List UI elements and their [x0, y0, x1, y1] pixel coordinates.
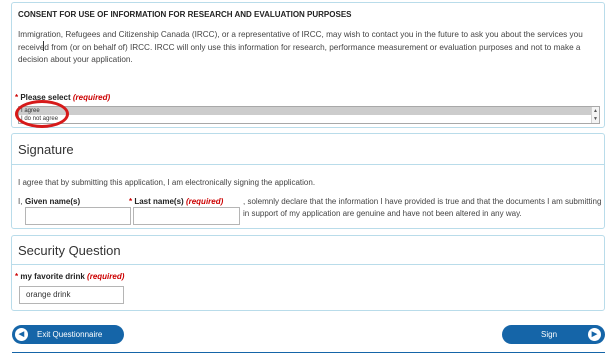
consent-panel: CONSENT FOR USE OF INFORMATION FOR RESEA…: [11, 2, 605, 128]
divider: [12, 164, 604, 165]
required-tag: (required): [185, 197, 224, 206]
given-name-input[interactable]: [25, 207, 131, 225]
security-panel: Security Question * my favorite drink (r…: [11, 235, 605, 311]
security-question-text: my favorite drink: [20, 272, 85, 281]
divider: [12, 264, 604, 265]
i-text: I,: [18, 197, 23, 206]
chevron-right-icon: ▶: [588, 328, 601, 341]
exit-button-label: Exit Questionnaire: [37, 330, 103, 339]
scroll-up-icon[interactable]: ▲: [592, 107, 599, 115]
last-name-input[interactable]: [133, 207, 240, 225]
consent-title: CONSENT FOR USE OF INFORMATION FOR RESEA…: [18, 10, 352, 19]
given-name-label: Given name(s): [25, 197, 81, 206]
sign-button[interactable]: Sign ▶: [502, 325, 605, 344]
signature-panel: Signature I agree that by submitting thi…: [11, 133, 605, 229]
text-cursor-icon: [43, 41, 44, 51]
red-annotation-circle: [15, 100, 69, 128]
sign-button-label: Sign: [541, 330, 558, 339]
option-i-agree[interactable]: I agree: [19, 107, 599, 115]
security-question-label: * my favorite drink (required): [15, 272, 124, 281]
required-tag: (required): [72, 93, 111, 102]
consent-body: Immigration, Refugees and Citizenship Ca…: [18, 30, 583, 64]
declaration-text: , solemnly declare that the information …: [243, 197, 602, 218]
last-name-label-text: Last name(s): [134, 197, 184, 206]
scroll-down-icon[interactable]: ▼: [592, 115, 599, 123]
listbox-scrollbar[interactable]: ▲ ▼: [591, 107, 599, 123]
signature-statement: I agree that by submitting this applicat…: [18, 178, 316, 187]
signature-heading: Signature: [18, 142, 74, 157]
security-heading: Security Question: [18, 243, 121, 258]
exit-questionnaire-button[interactable]: ◀ Exit Questionnaire: [12, 325, 124, 344]
required-tag: (required): [87, 272, 125, 281]
chevron-left-icon: ◀: [15, 328, 28, 341]
last-name-label: * Last name(s) (required): [129, 197, 223, 206]
option-i-do-not-agree[interactable]: I do not agree: [19, 115, 599, 123]
consent-listbox[interactable]: I agree I do not agree ▲ ▼: [18, 106, 600, 124]
favorite-drink-input[interactable]: orange drink: [19, 286, 124, 304]
footer-divider: [12, 352, 605, 353]
